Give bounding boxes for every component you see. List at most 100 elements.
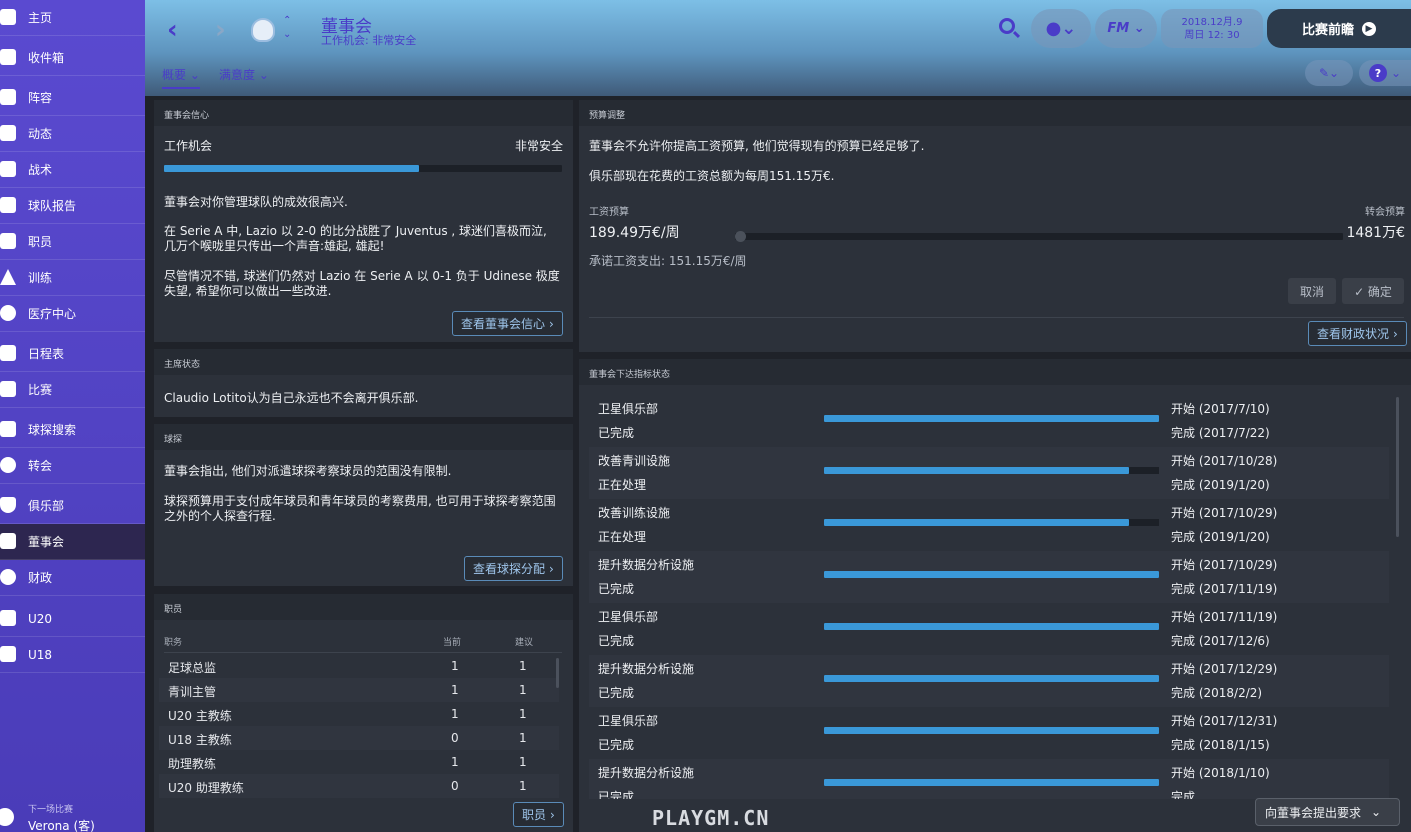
sidebar-item-5[interactable]: 球队报告 <box>0 188 145 224</box>
view-confidence-label: 查看董事会信心 <box>461 317 546 331</box>
cancel-button[interactable]: 取消 <box>1288 278 1336 304</box>
request-board-button[interactable]: 向董事会提出要求 ⌄ <box>1255 798 1400 826</box>
objective-row[interactable]: 卫星俱乐部 已完成 开始 (2017/7/10) 完成 (2017/7/22) <box>589 395 1389 447</box>
forward-button[interactable]: › <box>215 15 226 45</box>
scouting-title: 球探 <box>154 424 573 450</box>
objectives-scrollbar[interactable] <box>1396 397 1399 537</box>
objective-row[interactable]: 卫星俱乐部 已完成 开始 (2017/11/19) 完成 (2017/12/6) <box>589 603 1389 655</box>
view-finances-button[interactable]: 查看财政状况 › <box>1308 321 1407 346</box>
sidebar-item-1[interactable]: 收件箱 <box>0 40 145 76</box>
request-board-label: 向董事会提出要求 <box>1265 805 1362 820</box>
sidebar-item-17[interactable]: U18 <box>0 637 145 673</box>
chevron-right-icon: › <box>1393 326 1398 341</box>
board-icon <box>0 533 16 549</box>
staff-role: 足球总监 <box>168 661 217 675</box>
table-row[interactable]: U18 主教练 0 1 <box>159 726 559 750</box>
chevron-right-icon: › <box>550 807 555 822</box>
help-button[interactable]: ? ⌄ <box>1359 60 1411 86</box>
objective-end: 完成 (2019/1/20) <box>1171 530 1270 544</box>
table-row[interactable]: 助理教练 1 1 <box>159 750 559 774</box>
globe-button[interactable]: ●⌄ <box>1031 9 1091 48</box>
sidebar-item-label: 主页 <box>28 11 53 25</box>
objective-name: 改善训练设施 <box>598 506 671 520</box>
sidebar-item-label: 职员 <box>28 235 53 249</box>
sidebar-item-12[interactable]: 转会 <box>0 448 145 484</box>
job-security-bar <box>164 165 562 172</box>
date-display[interactable]: 2018.12月.9 周日 12: 30 <box>1161 9 1263 48</box>
sidebar-item-15[interactable]: 财政 <box>0 560 145 596</box>
sidebar-item-8[interactable]: 医疗中心 <box>0 296 145 332</box>
training-icon <box>0 269 16 285</box>
slider-handle[interactable] <box>735 231 746 242</box>
objective-row[interactable]: 卫星俱乐部 已完成 开始 (2017/12/31) 完成 (2018/1/15) <box>589 707 1389 759</box>
chevron-updown-icon[interactable]: ⌃ ⌄ <box>283 14 291 42</box>
objective-row[interactable]: 提升数据分析设施 已完成 开始 (2017/10/29) 完成 (2017/11/19… <box>589 551 1389 603</box>
objective-start: 开始 (2017/12/29) <box>1171 662 1278 676</box>
budget-text-1: 董事会不允许你提高工资预算, 他们觉得现有的预算已经足够了. <box>589 139 925 153</box>
view-staff-button[interactable]: 职员 › <box>513 802 564 827</box>
sidebar-item-14[interactable]: 董事会 <box>0 524 145 560</box>
table-row[interactable]: 足球总监 1 1 <box>159 654 559 678</box>
search-icon[interactable] <box>999 18 1015 34</box>
objective-progress-fill <box>824 623 1159 630</box>
tactics-icon <box>0 161 16 177</box>
sidebar-item-16[interactable]: U20 <box>0 601 145 637</box>
sidebar-item-13[interactable]: 俱乐部 <box>0 488 145 524</box>
sidebar-item-0[interactable]: 主页 <box>0 0 145 36</box>
objective-progress-bar <box>824 727 1159 734</box>
view-scouting-button[interactable]: 查看球探分配 › <box>464 556 563 581</box>
objective-row[interactable]: 改善青训设施 正在处理 开始 (2017/10/28) 完成 (2019/1/20) <box>589 447 1389 499</box>
sidebar-item-4[interactable]: 战术 <box>0 152 145 188</box>
sidebar-item-9[interactable]: 日程表 <box>0 336 145 372</box>
globe-icon: ●⌄ <box>1045 18 1077 39</box>
header-bar: ‹ › ⌃ ⌄ 董事会 工作机会: 非常安全 概要 ⌄ 满意度 ⌄ ●⌄ FM ⌄… <box>145 0 1411 96</box>
club-badge-icon[interactable] <box>251 18 275 42</box>
objective-progress-fill <box>824 519 1129 526</box>
u20-icon <box>0 610 16 626</box>
chairman-panel: 主席状态 Claudio Lotito认为自己永远也不会离开俱乐部. <box>154 349 573 417</box>
staff-role: U20 主教练 <box>168 709 232 723</box>
home-icon <box>0 9 16 25</box>
back-button[interactable]: ‹ <box>167 15 178 45</box>
objective-row[interactable]: 改善训练设施 正在处理 开始 (2017/10/29) 完成 (2019/1/20) <box>589 499 1389 551</box>
objective-progress-bar <box>824 675 1159 682</box>
sidebar-item-6[interactable]: 职员 <box>0 224 145 260</box>
sidebar-item-11[interactable]: 球探搜索 <box>0 412 145 448</box>
sidebar-item-label: 比赛 <box>28 383 53 397</box>
confirm-button[interactable]: ✓ 确定 <box>1342 278 1404 304</box>
objective-row[interactable]: 提升数据分析设施 已完成 开始 (2017/12/29) 完成 (2018/2/2) <box>589 655 1389 707</box>
sidebar-item-label: 阵容 <box>28 91 53 105</box>
objective-row[interactable]: 提升数据分析设施 已完成 开始 (2018/1/10) 完成 <box>589 759 1389 799</box>
table-row[interactable]: 青训主管 1 1 <box>159 678 559 702</box>
staff-current: 1 <box>451 683 459 697</box>
staff-role: U20 助理教练 <box>168 781 244 795</box>
staff-header-current: 当前 <box>443 638 462 648</box>
table-row[interactable]: U20 助理教练 0 1 <box>159 774 559 798</box>
sidebar-item-label: 财政 <box>28 571 53 585</box>
objective-start: 开始 (2017/7/10) <box>1171 402 1270 416</box>
sidebar-item-2[interactable]: 阵容 <box>0 80 145 116</box>
job-security-label: 工作机会 <box>164 139 213 153</box>
sidebar-item-3[interactable]: 动态 <box>0 116 145 152</box>
tab-satisfaction[interactable]: 满意度 ⌄ <box>219 66 269 83</box>
view-confidence-button[interactable]: 查看董事会信心 › <box>452 311 563 336</box>
sidebar-item-7[interactable]: 训练 <box>0 260 145 296</box>
scouting-panel: 球探 董事会指出, 他们对派遣球探考察球员的范围没有限制. 球探预算用于支付成年… <box>154 424 573 586</box>
objective-start: 开始 (2017/12/31) <box>1171 714 1278 728</box>
confidence-text-1: 董事会对你管理球队的成效很高兴. <box>164 195 348 209</box>
table-row[interactable]: U20 主教练 1 1 <box>159 702 559 726</box>
edit-button[interactable]: ✎⌄ <box>1305 60 1353 86</box>
fm-menu-button[interactable]: FM ⌄ <box>1095 9 1157 48</box>
objective-progress-fill <box>824 727 1159 734</box>
divider <box>164 652 562 653</box>
tab-overview[interactable]: 概要 ⌄ <box>162 66 200 89</box>
finance-pound-icon <box>0 569 16 585</box>
sidebar-item-label: 医疗中心 <box>28 307 77 321</box>
sidebar-item-10[interactable]: 比赛 <box>0 372 145 408</box>
staff-scrollbar[interactable] <box>556 658 559 688</box>
next-match[interactable]: 下一场比赛 Verona (客) <box>0 798 145 832</box>
budget-slider[interactable] <box>735 231 1343 242</box>
sidebar-item-label: 训练 <box>28 271 53 285</box>
continue-button[interactable]: 比赛前瞻 ▶ <box>1267 9 1411 48</box>
staff-role: U18 主教练 <box>168 733 232 747</box>
